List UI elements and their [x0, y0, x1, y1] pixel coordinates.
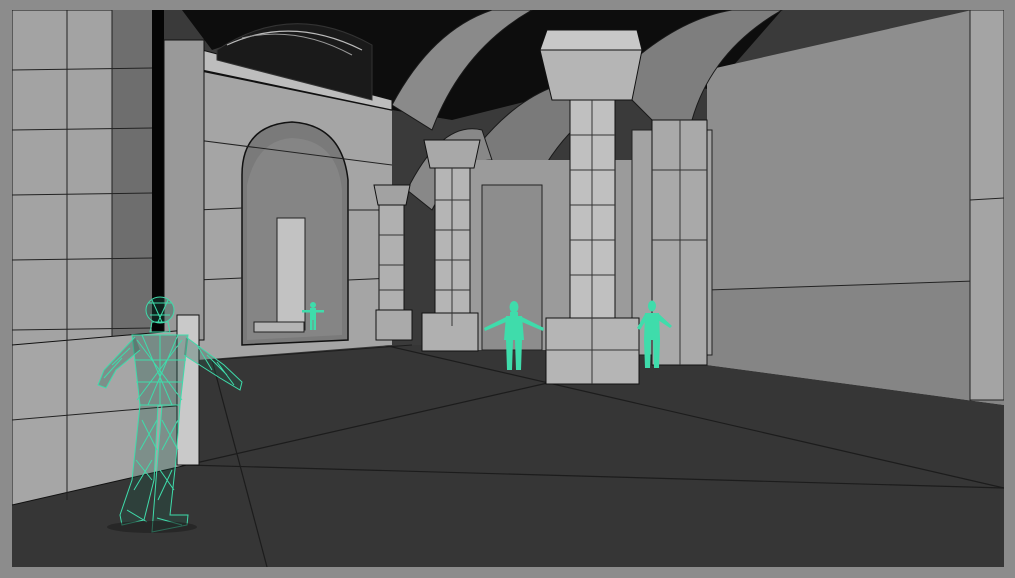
- character-shadow: [107, 521, 197, 533]
- column-left-center: [373, 184, 413, 341]
- pilaster-right: [651, 119, 708, 366]
- distant-monolith: [276, 217, 306, 331]
- viewport-frame: [0, 0, 1015, 578]
- distant-step: [253, 321, 305, 333]
- scene-render: [12, 10, 1004, 567]
- far-right-pillar: [969, 10, 1004, 401]
- 3d-viewport[interactable]: [12, 10, 1004, 567]
- left-foreground-pillar: [12, 10, 205, 346]
